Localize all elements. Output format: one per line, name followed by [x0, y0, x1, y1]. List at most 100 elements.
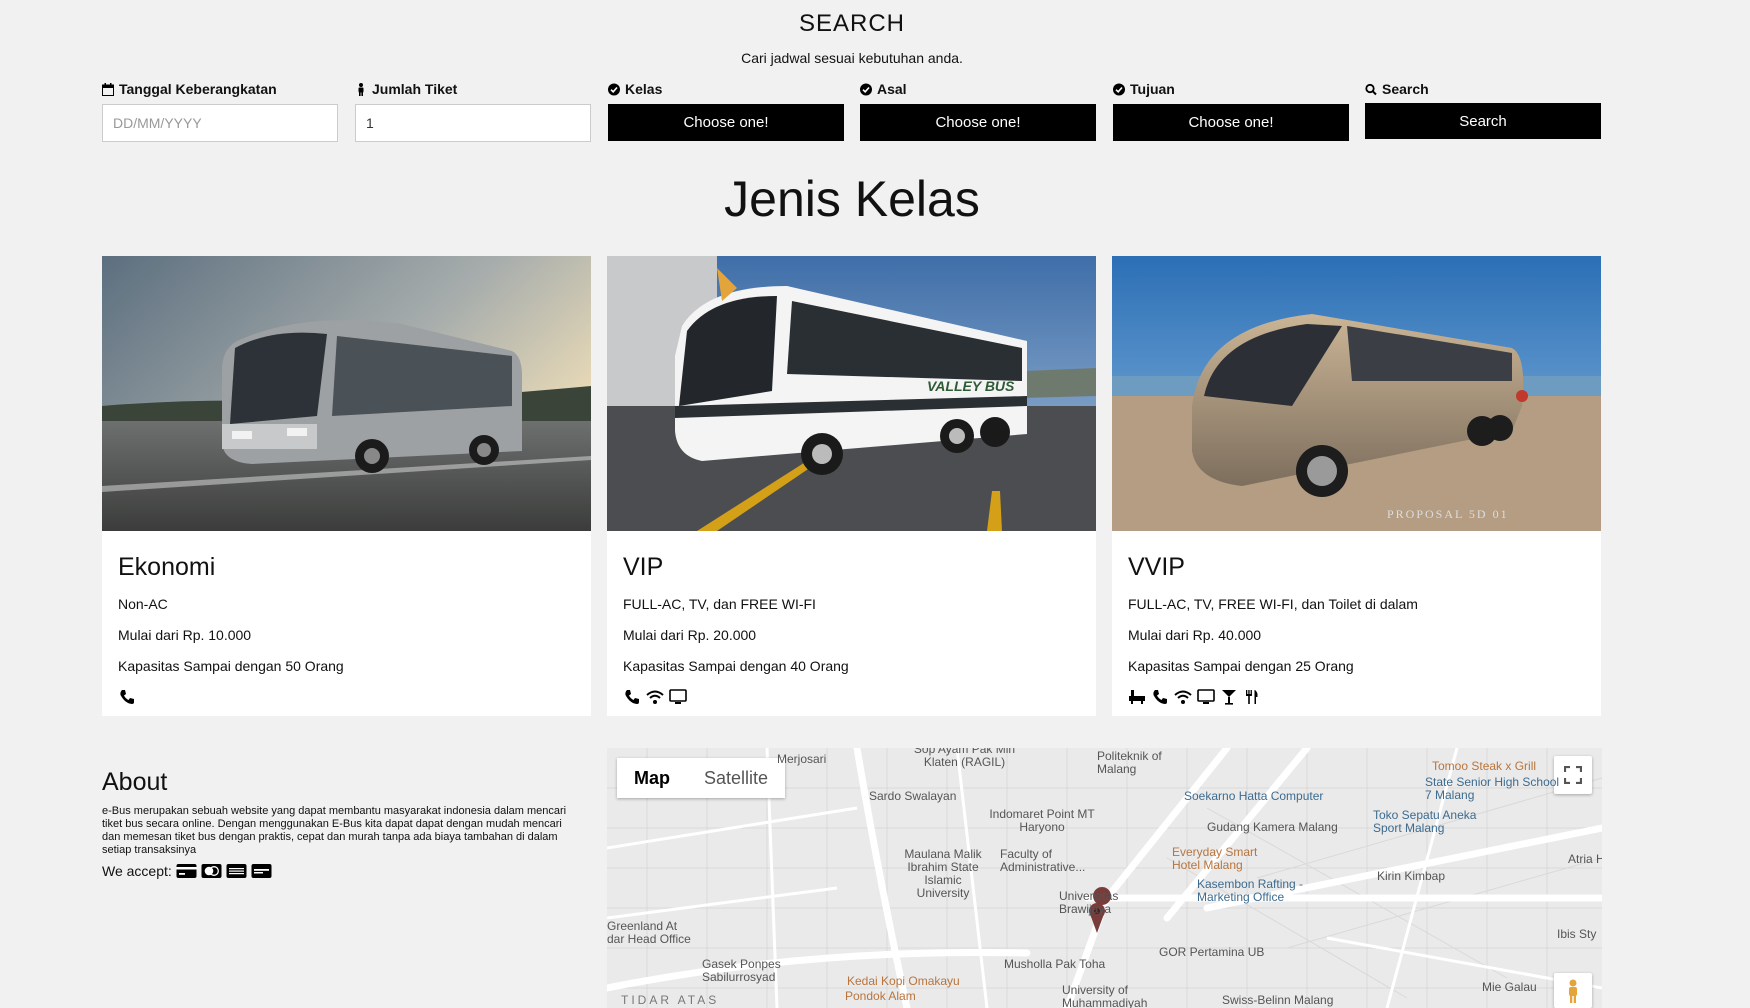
map-label: Ibis Sty [1557, 927, 1597, 941]
bath-icon [1129, 690, 1145, 704]
pegman-icon [1569, 979, 1577, 1003]
paypal-icon [251, 864, 272, 878]
check-circle-icon [608, 83, 620, 95]
class-facility: Non-AC [118, 596, 168, 612]
vip-bus-lettering: VALLEY BUS [927, 378, 1015, 394]
class-facility: FULL-AC, TV, FREE WI-FI, dan Toilet di d… [1128, 596, 1418, 612]
location-map[interactable]: Map Satellite Tomoo Steak x Grill State … [607, 748, 1602, 1008]
search-title: SEARCH [798, 10, 906, 37]
map-type-tabs: Map Satellite [617, 758, 786, 798]
map-label: Gudang Kamera Malang [1207, 820, 1338, 834]
ticket-count-group: Jumlah Tiket [355, 80, 591, 142]
date-label: Tanggal Keberangkatan [119, 81, 277, 97]
class-name: VIP [623, 553, 664, 581]
class-label: Kelas [625, 81, 663, 97]
map-label: Faculty of Administrative... [1000, 847, 1086, 874]
map-label: University of Muhammadiyah [1062, 983, 1148, 1008]
map-label: Tomoo Steak x Grill [1432, 759, 1537, 773]
tab-map[interactable]: Map [617, 758, 687, 798]
origin-label: Asal [877, 81, 907, 97]
vvip-photo-watermark: PROPOSAL 5D 01 [1387, 507, 1509, 521]
class-capacity: Kapasitas Sampai dengan 50 Orang [118, 658, 344, 674]
search-label: Search [1382, 81, 1429, 97]
accept-label: We accept: [102, 863, 172, 879]
phone-icon [120, 690, 134, 704]
about-section: About e-Bus merupakan sebuah website yan… [102, 768, 582, 879]
map-label: Toko Sepatu Aneka Sport Malang [1373, 808, 1477, 835]
class-price: Mulai dari Rp. 20.000 [623, 627, 757, 643]
cutlery-icon [1246, 690, 1258, 704]
class-card-vip[interactable]: VALLEY BUS VIP FULL-AC, TV, dan FREE WI-… [607, 256, 1096, 716]
class-price: Mulai dari Rp. 40.000 [1128, 627, 1262, 643]
check-circle-icon [860, 83, 872, 95]
map-label: Maulana Malik Ibrahim State Islamic Univ… [904, 847, 982, 900]
destination-label: Tujuan [1130, 81, 1175, 97]
class-facility: FULL-AC, TV, dan FREE WI-FI [623, 596, 816, 612]
map-label: GOR Pertamina UB [1159, 945, 1265, 959]
search-icon [1365, 83, 1377, 95]
search-button[interactable]: Search [1365, 103, 1601, 139]
about-title: About [102, 768, 168, 796]
cocktail-icon [1222, 690, 1236, 705]
classes-title: Jenis Kelas [724, 171, 980, 227]
map-label: Everyday Smart Hotel Malang [1172, 845, 1258, 872]
class-card-vvip[interactable]: PROPOSAL 5D 01 VVIP FULL-AC, TV, FREE WI… [1112, 256, 1601, 716]
tv-icon [1197, 689, 1215, 704]
date-field-group: Tanggal Keberangkatan [102, 80, 338, 142]
map-label: Musholla Pak Toha [1004, 957, 1106, 971]
vip-bus-photo: VALLEY BUS [607, 256, 1096, 531]
map-label: Sardo Swalayan [869, 789, 957, 803]
tab-satellite[interactable]: Satellite [687, 758, 786, 798]
map-label: Soekarno Hatta Computer [1184, 789, 1324, 803]
class-field-group: Kelas Choose one! [608, 80, 844, 141]
map-label: Atria Ho [1568, 852, 1602, 866]
amex-icon [226, 864, 247, 878]
ticket-count-label: Jumlah Tiket [372, 81, 458, 97]
class-select[interactable]: Choose one! [608, 104, 844, 141]
class-name: VVIP [1128, 553, 1185, 581]
class-capacity: Kapasitas Sampai dengan 40 Orang [623, 658, 849, 674]
map-label: Greenland At dar Head Office [607, 919, 691, 946]
calendar-icon [102, 82, 114, 96]
destination-field-group: Tujuan Choose one! [1113, 80, 1349, 141]
wifi-icon [646, 690, 664, 704]
fullscreen-icon [1564, 766, 1582, 784]
mastercard-icon [201, 864, 222, 878]
map-label: Pondok Alam [845, 989, 916, 1003]
search-subtitle: Cari jadwal sesuai kebutuhan anda. [741, 50, 963, 66]
search-field-group: Search Search [1365, 80, 1601, 139]
tv-icon [669, 689, 687, 704]
map-label: Universitas Brawijaya [1059, 889, 1119, 916]
date-input[interactable] [102, 104, 338, 142]
map-label: Mie Galau [1482, 980, 1537, 994]
vvip-bus-photo: PROPOSAL 5D 01 [1112, 256, 1601, 531]
class-name: Ekonomi [118, 553, 216, 581]
origin-field-group: Asal Choose one! [860, 80, 1096, 141]
ekonomi-bus-photo [102, 256, 591, 531]
class-price: Mulai dari Rp. 10.000 [118, 627, 252, 643]
phone-icon [1153, 690, 1167, 704]
ticket-count-input[interactable] [355, 104, 591, 142]
map-label: Merjosari [777, 752, 827, 766]
class-capacity: Kapasitas Sampai dengan 25 Orang [1128, 658, 1354, 674]
pegman-button[interactable] [1554, 973, 1592, 1008]
phone-icon [625, 690, 639, 704]
person-icon [358, 82, 364, 96]
map-label: Indomaret Point MT Haryono [989, 807, 1095, 834]
wifi-icon [1174, 690, 1192, 704]
map-label: Kirin Kimbap [1377, 869, 1446, 883]
map-label: Kasembon Rafting - Marketing Office [1197, 877, 1304, 904]
map-label: Politeknik of Malang [1097, 749, 1162, 776]
map-label: Gasek Ponpes Sabilurrosyad [702, 957, 781, 984]
map-label: State Senior High School 7 Malang [1425, 775, 1560, 802]
map-label: TIDAR ATAS [621, 993, 720, 1007]
map-label: Sop Ayam Pak Min Klaten (RAGIL) [913, 748, 1016, 769]
class-card-ekonomi[interactable]: Ekonomi Non-AC Mulai dari Rp. 10.000 Kap… [102, 256, 591, 716]
about-text: e-Bus merupakan sebuah website yang dapa… [102, 805, 567, 856]
map-label: Kedai Kopi Omakayu [847, 974, 960, 988]
check-circle-icon [1113, 83, 1125, 95]
credit-card-icon [176, 864, 197, 878]
map-label: Swiss-Belinn Malang [1222, 993, 1334, 1007]
origin-select[interactable]: Choose one! [860, 104, 1096, 141]
destination-select[interactable]: Choose one! [1113, 104, 1349, 141]
